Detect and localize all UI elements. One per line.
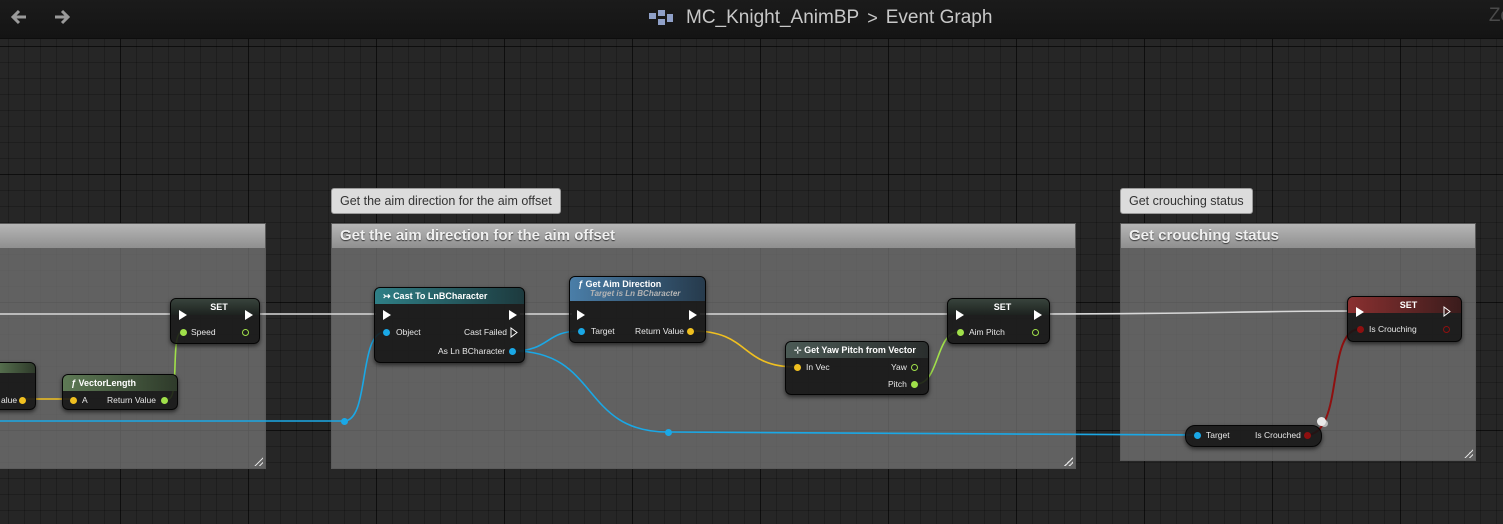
object-wire <box>0 331 386 422</box>
pin-label: Yaw <box>891 362 907 372</box>
pin-label: In Vec <box>806 362 830 372</box>
pin-label: alue <box>1 395 18 405</box>
partial-node[interactable]: alue <box>0 362 36 410</box>
function-icon: ⊹ <box>794 345 802 355</box>
vector-pin[interactable] <box>794 364 801 371</box>
get-yaw-pitch-node[interactable]: ⊹ Get Yaw Pitch from Vector In Vec Yaw P… <box>785 341 929 395</box>
pin-label: Speed <box>191 327 216 337</box>
set-aim-pitch-node[interactable]: SET Aim Pitch <box>947 298 1050 344</box>
get-aim-direction-node[interactable]: ƒ Get Aim Direction Target is Ln BCharac… <box>569 276 706 343</box>
set-is-crouching-node[interactable]: SET Is Crouching <box>1347 296 1462 342</box>
float-out-pin[interactable] <box>1032 329 1039 336</box>
pin-label: As Ln BCharacter <box>438 346 506 356</box>
function-icon: ƒ <box>578 279 584 289</box>
pin-label: Is Crouched <box>1255 430 1301 440</box>
pin-label: Is Crouching <box>1369 324 1417 334</box>
node-header: ⊹ Get Yaw Pitch from Vector <box>786 342 928 358</box>
vector-pin[interactable] <box>19 397 26 404</box>
float-pin[interactable] <box>957 329 964 336</box>
node-header: ƒ Get Aim Direction Target is Ln BCharac… <box>570 277 705 301</box>
cast-node[interactable]: ↣ Cast To LnBCharacter Object Cast Faile… <box>374 287 525 363</box>
node-title: Cast To LnBCharacter <box>393 291 488 301</box>
object-pin[interactable] <box>1194 432 1201 439</box>
vector-length-node[interactable]: ƒ VectorLength A Return Value <box>62 374 178 410</box>
exec-out-pin[interactable] <box>689 310 697 320</box>
object-out-pin[interactable] <box>509 348 516 355</box>
bool-pin[interactable] <box>1357 326 1364 333</box>
exec-in-pin[interactable] <box>179 310 187 320</box>
exec-in-pin[interactable] <box>383 310 391 320</box>
pin-label: Target <box>1206 430 1230 440</box>
vector-pin[interactable] <box>70 397 77 404</box>
object-pin[interactable] <box>578 328 585 335</box>
node-title: Get Yaw Pitch from Vector <box>804 345 916 355</box>
exec-out-pin[interactable] <box>1034 310 1042 320</box>
node-subtitle: Target is Ln BCharacter <box>590 289 681 298</box>
exec-wire <box>1044 310 1352 315</box>
node-header: ↣ Cast To LnBCharacter <box>375 288 524 304</box>
object-wire <box>667 431 1198 436</box>
pin-label-in: A <box>82 395 88 405</box>
exec-in-pin[interactable] <box>956 310 964 320</box>
exec-out-pin-hollow[interactable] <box>1443 306 1452 317</box>
float-out-pin[interactable] <box>911 381 918 388</box>
reroute-node[interactable] <box>665 429 672 436</box>
pin-label: Cast Failed <box>464 327 507 337</box>
vector-wire <box>692 330 797 368</box>
bool-wire <box>1305 328 1361 436</box>
function-icon: ƒ <box>71 378 77 388</box>
pin-label: Pitch <box>888 379 907 389</box>
pin-label-out: Return Value <box>107 395 156 405</box>
node-title: VectorLength <box>78 378 137 388</box>
vector-out-pin[interactable] <box>687 328 694 335</box>
node-title: Get Aim Direction <box>585 279 662 289</box>
exec-in-pin[interactable] <box>1356 307 1364 317</box>
node-header: ƒ VectorLength <box>63 375 177 391</box>
exec-out-pin[interactable] <box>509 310 517 320</box>
float-pin[interactable] <box>161 397 168 404</box>
mouse-cursor-icon <box>1317 417 1326 426</box>
bool-out-pin[interactable] <box>1304 432 1311 439</box>
pin-label: Target <box>591 326 615 336</box>
node-header <box>0 363 35 373</box>
pin-label: Aim Pitch <box>969 327 1005 337</box>
object-wire <box>512 350 669 433</box>
exec-out-pin[interactable] <box>245 310 253 320</box>
float-pin[interactable] <box>180 329 187 336</box>
pin-label: Object <box>396 327 421 337</box>
is-crouched-getter-node[interactable]: Target Is Crouched <box>1185 425 1322 447</box>
bool-out-pin[interactable] <box>1443 326 1450 333</box>
float-out-pin[interactable] <box>911 364 918 371</box>
pin-label: Return Value <box>635 326 684 336</box>
exec-in-pin[interactable] <box>577 310 585 320</box>
exec-out-pin-hollow[interactable] <box>510 327 519 338</box>
float-out-pin[interactable] <box>242 329 249 336</box>
set-speed-node[interactable]: SET Speed <box>170 298 260 344</box>
object-pin[interactable] <box>383 329 390 336</box>
pin-row: alue <box>1 394 17 406</box>
reroute-node[interactable] <box>341 418 348 425</box>
cast-icon: ↣ <box>383 291 391 301</box>
